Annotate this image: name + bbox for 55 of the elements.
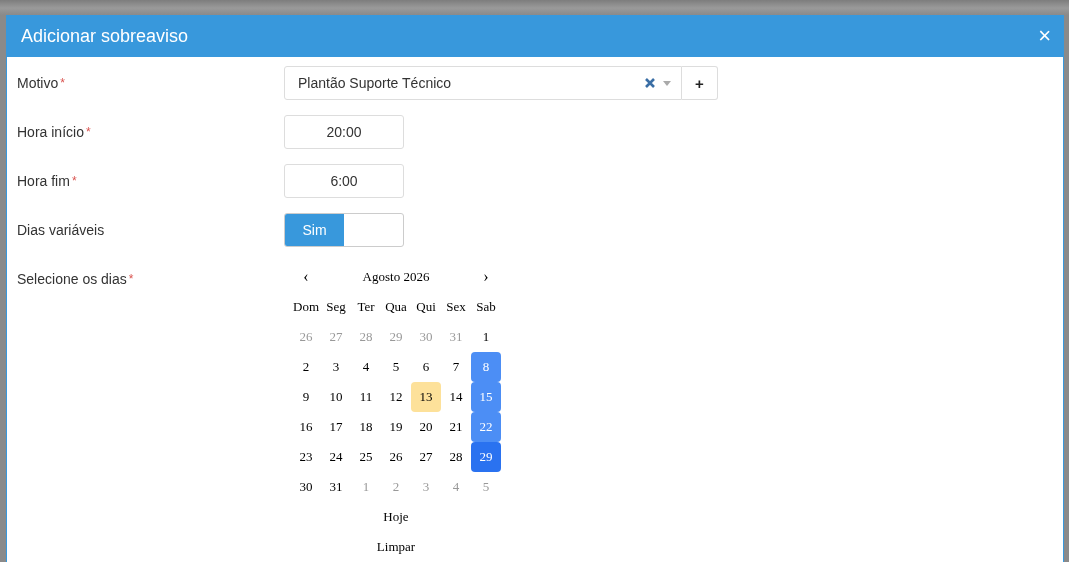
required-mark: * [60,76,65,90]
field-label: Motivo [17,75,59,91]
calendar-day[interactable]: 25 [351,442,381,472]
field-label: Dias variáveis [17,222,105,238]
prev-month-button[interactable]: ‹ [291,262,321,292]
weekday-label: Sab [475,298,497,316]
calendar-day[interactable]: 4 [351,352,381,382]
calendar-day[interactable]: 29 [471,442,501,472]
weekday-label: Ter [356,298,376,316]
calendar-day[interactable]: 17 [321,412,351,442]
calendar-day[interactable]: 26 [381,442,411,472]
calendar-day[interactable]: 20 [411,412,441,442]
field-label: Hora início [17,124,84,140]
clear-button[interactable]: Limpar [291,532,501,562]
calendar-day[interactable]: 16 [291,412,321,442]
weekday-label: Qua [384,298,408,316]
time-input[interactable]: 6:00 [284,164,404,198]
weekday-label: Sex [445,298,467,316]
calendar-day[interactable]: 18 [351,412,381,442]
calendar-day[interactable]: 19 [381,412,411,442]
calendar-day[interactable]: 21 [441,412,471,442]
clear-icon[interactable] [645,78,655,88]
next-month-button[interactable]: › [471,262,501,292]
weekday-label: Seg [325,298,347,316]
dialog-title: Adicionar sobreaviso [21,25,189,47]
motivo-select[interactable]: Plantão Suporte Técnico [284,66,682,100]
calendar-day[interactable]: 11 [351,382,381,412]
today-button[interactable]: Hoje [291,502,501,532]
calendar-day[interactable]: 1 [471,322,501,352]
calendar-day[interactable]: 14 [441,382,471,412]
weekday-label: Dom [292,298,320,316]
calendar-day[interactable]: 7 [441,352,471,382]
calendar-day[interactable]: 5 [381,352,411,382]
calendar-day[interactable]: 12 [381,382,411,412]
calendar-day[interactable]: 3 [321,352,351,382]
add-button[interactable]: + [682,66,718,100]
time-input[interactable]: 20:00 [284,115,404,149]
calendar-day[interactable]: 10 [321,382,351,412]
calendar-day[interactable]: 9 [291,382,321,412]
calendar-day[interactable]: 24 [321,442,351,472]
calendar-day[interactable]: 6 [411,352,441,382]
required-mark: * [128,272,134,286]
calendar-day[interactable]: 23 [291,442,321,472]
weekday-label: Qui [415,298,437,316]
calendar-day[interactable]: 30 [291,472,321,502]
field-label: Selecione os dias [17,271,127,287]
calendar-day[interactable]: 2 [291,352,321,382]
calendar-day[interactable]: 31 [321,472,351,502]
required-mark: * [71,174,77,188]
required-mark: * [85,125,91,139]
month-title: Agosto 2026 [361,269,431,285]
field-label: Hora fim [17,173,70,189]
calendar-day[interactable]: 27 [411,442,441,472]
calendar-day[interactable]: 13 [411,382,441,412]
calendar-day[interactable]: 28 [441,442,471,472]
